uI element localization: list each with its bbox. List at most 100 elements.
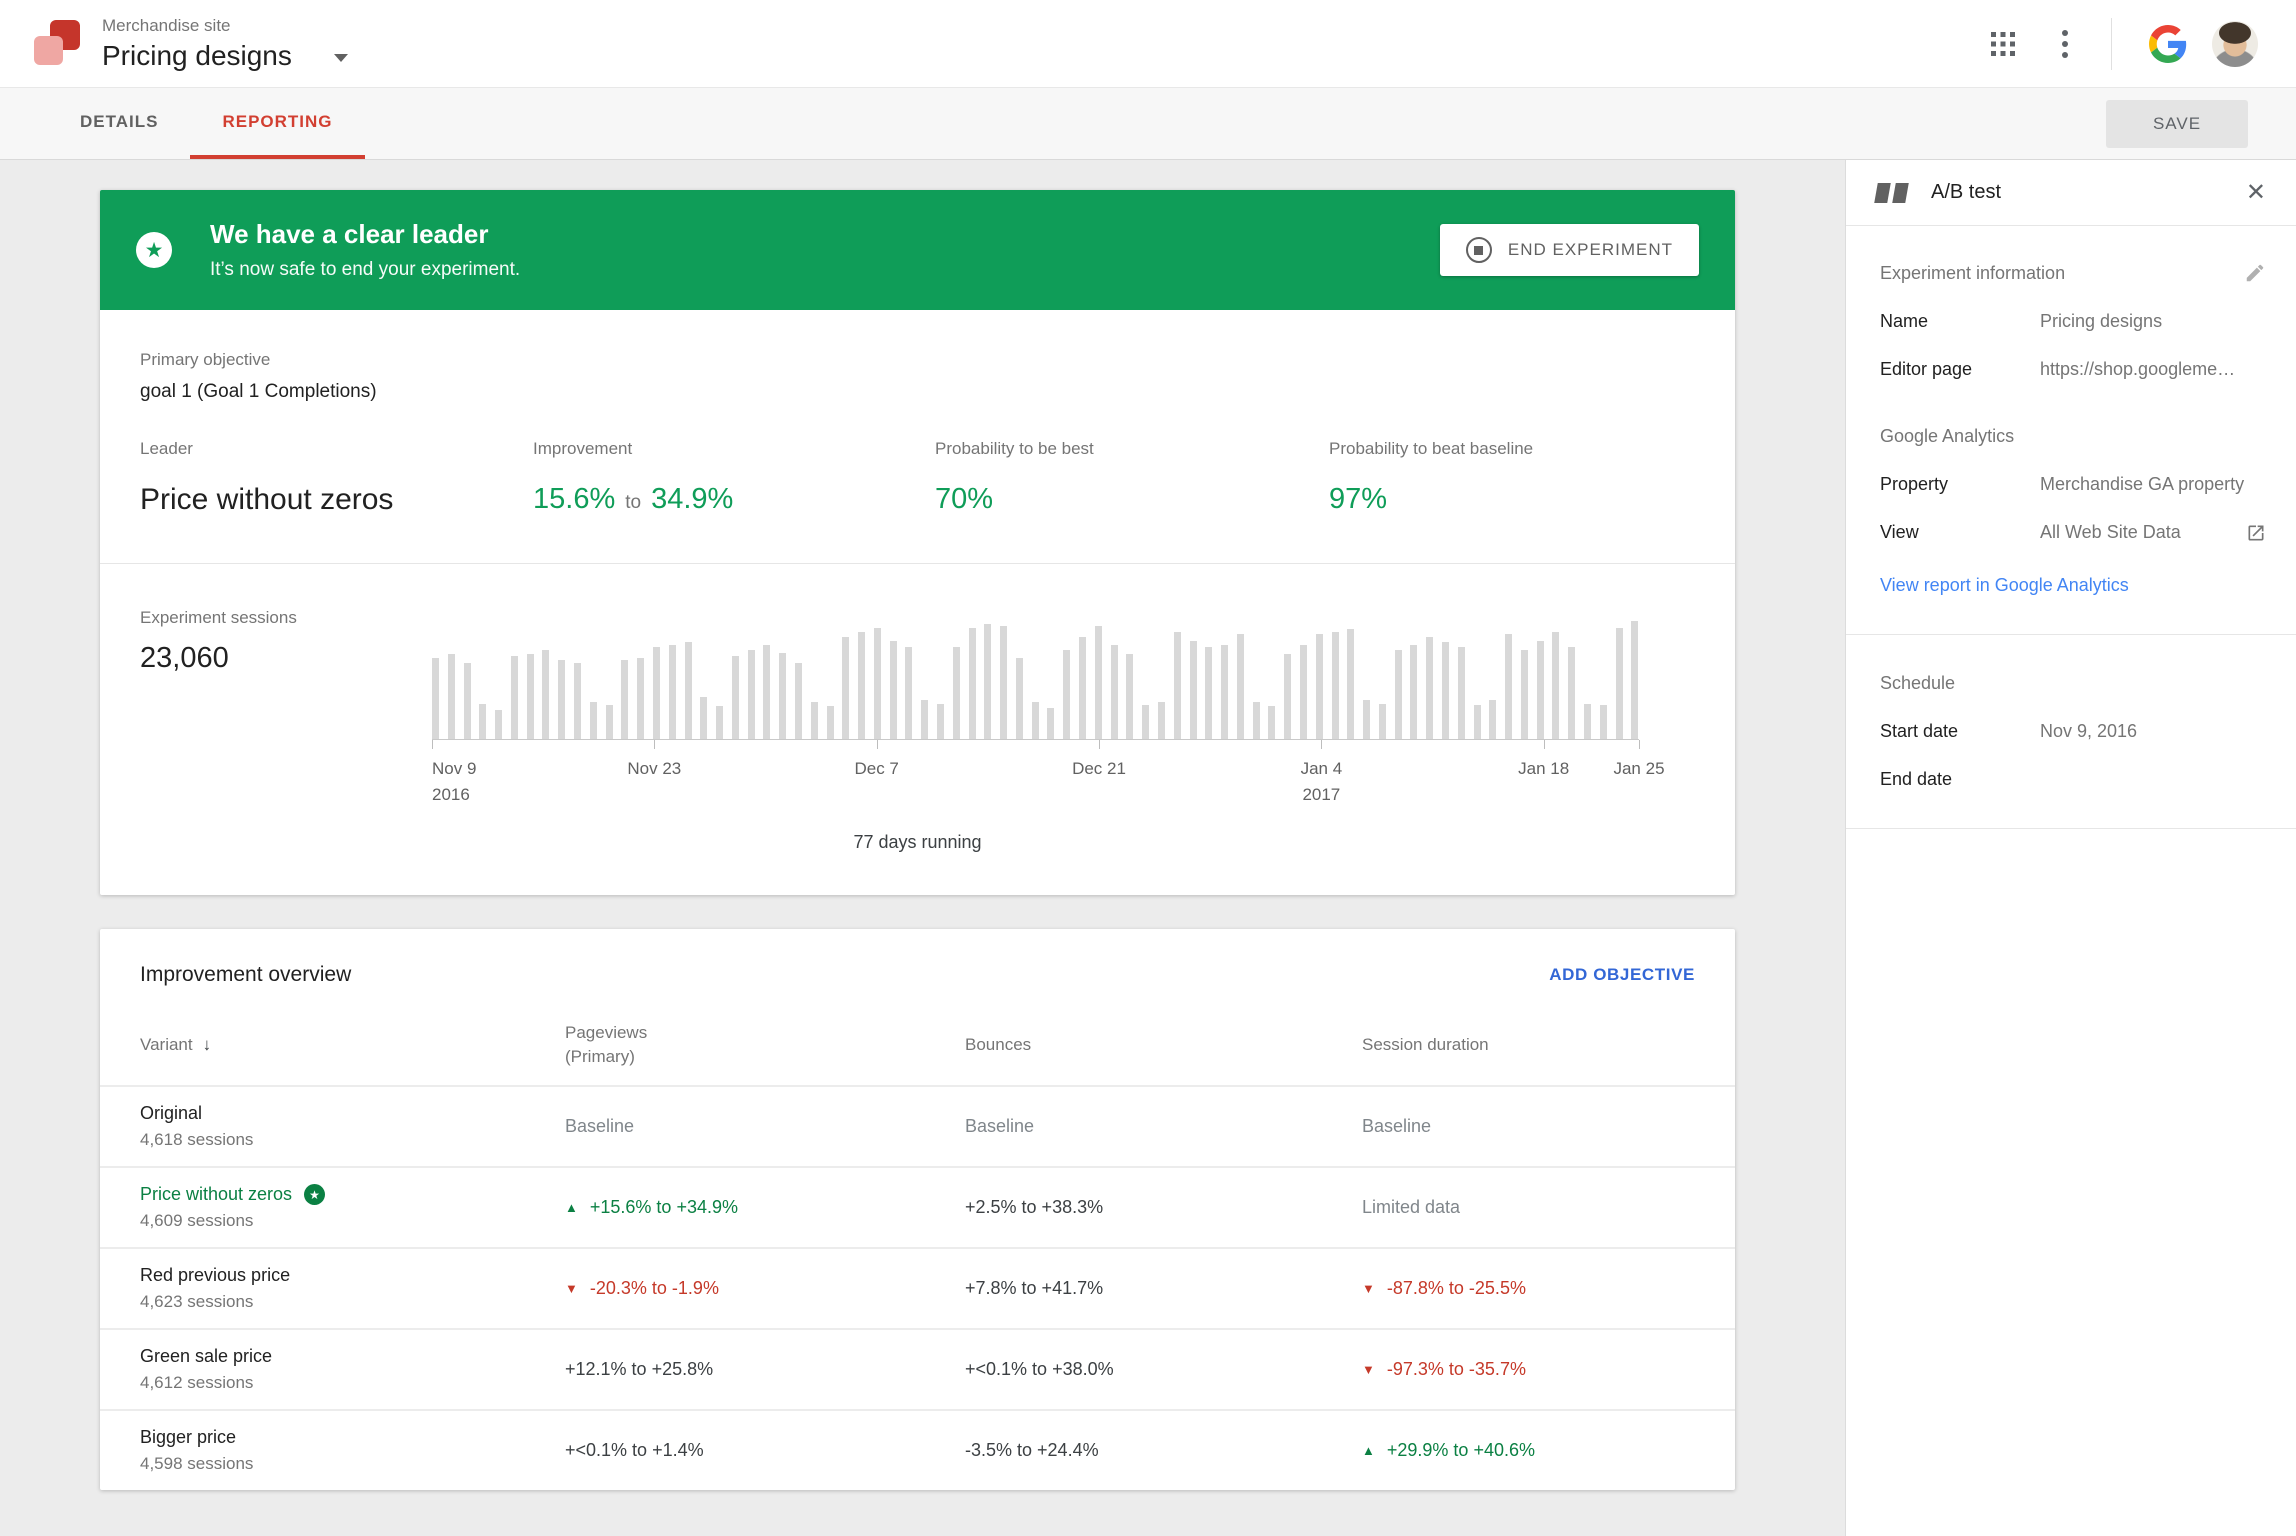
chart-bar — [874, 628, 881, 739]
bounces-cell: +7.8% to +41.7% — [965, 1278, 1362, 1299]
duration-cell: Baseline — [1362, 1116, 1695, 1137]
chart-bar — [606, 705, 613, 739]
content: ★ We have a clear leader It’s now safe t… — [0, 160, 2296, 1536]
save-button[interactable]: SAVE — [2106, 100, 2248, 148]
end-experiment-button[interactable]: END EXPERIMENT — [1440, 224, 1699, 276]
table-header-row: Variant↓ Pageviews (Primary) Bounces Ses… — [100, 1017, 1735, 1085]
google-analytics-section: Google Analytics — [1880, 426, 2266, 447]
table-row[interactable]: Price without zeros★ 4,609 sessions ▲+15… — [100, 1166, 1735, 1247]
chart-bar — [1537, 641, 1544, 739]
container-name: Merchandise site — [102, 16, 348, 36]
main-area: ★ We have a clear leader It’s now safe t… — [0, 160, 1845, 1536]
chart-bar — [1568, 647, 1575, 739]
property-label: Property — [1880, 474, 2040, 495]
variant-name: Green sale price — [140, 1346, 565, 1367]
cell-value: Baseline — [1362, 1116, 1431, 1137]
start-date-label: Start date — [1880, 721, 2040, 742]
chart-bar — [542, 650, 549, 739]
bounces-cell: Baseline — [965, 1116, 1362, 1137]
sort-arrow-icon[interactable]: ↓ — [203, 1035, 212, 1054]
property-value: Merchandise GA property — [2040, 474, 2266, 495]
chart-bar — [1616, 628, 1623, 739]
sessions-value: 23,060 — [140, 642, 432, 675]
chart-bar — [1332, 632, 1339, 739]
chart-bar — [795, 663, 802, 739]
chart-bar — [1221, 645, 1228, 739]
chart-bar — [1505, 634, 1512, 739]
add-objective-button[interactable]: ADD OBJECTIVE — [1549, 965, 1695, 985]
chart-bar — [1631, 621, 1638, 739]
cell-value: +29.9% to +40.6% — [1387, 1440, 1535, 1461]
variant-cell: Green sale price 4,612 sessions — [140, 1346, 565, 1393]
table-row[interactable]: Original 4,618 sessions Baseline Baselin… — [100, 1085, 1735, 1166]
cell-value: +15.6% to +34.9% — [590, 1197, 738, 1218]
variant-name: Original — [140, 1103, 565, 1124]
apps-grid-icon[interactable] — [1979, 20, 2027, 68]
prob-beat-label: Probability to beat baseline — [1329, 439, 1695, 459]
view-label: View — [1880, 522, 2040, 543]
chart-bar — [748, 650, 755, 739]
panel-body: Experiment information Name Pricing desi… — [1846, 226, 2296, 829]
primary-objective: Primary objective goal 1 (Goal 1 Complet… — [100, 310, 1735, 403]
table-row[interactable]: Red previous price 4,623 sessions ▼-20.3… — [100, 1247, 1735, 1328]
overview-header: Improvement overview ADD OBJECTIVE — [100, 929, 1735, 1017]
axis-tick-mark — [432, 740, 433, 749]
leader-value: Price without zeros — [140, 483, 533, 517]
cell-value: +<0.1% to +1.4% — [565, 1440, 704, 1461]
panel-divider — [1846, 828, 2296, 829]
pencil-glyph — [2244, 262, 2266, 284]
editor-page-value: https://shop.googleme… — [2040, 359, 2266, 380]
variant-sessions: 4,618 sessions — [140, 1130, 565, 1150]
chart-bar — [1032, 702, 1039, 739]
trend-arrow-icon: ▼ — [565, 1281, 578, 1296]
google-logo-icon[interactable] — [2144, 20, 2192, 68]
chart-bar — [1316, 634, 1323, 739]
axis-tick-label: Dec 21 — [1072, 756, 1126, 782]
chart-bars — [432, 608, 1639, 739]
close-icon[interactable]: ✕ — [2246, 181, 2266, 205]
column-variant: Variant↓ — [140, 1035, 565, 1055]
tab-details[interactable]: DETAILS — [48, 88, 190, 159]
table-row[interactable]: Bigger price 4,598 sessions +<0.1% to +1… — [100, 1409, 1735, 1490]
chart-bar — [858, 632, 865, 739]
chart-bar — [811, 702, 818, 739]
chart-bar — [984, 624, 991, 739]
chart-bar — [1268, 706, 1275, 739]
view-report-link[interactable]: View report in Google Analytics — [1880, 575, 2266, 596]
open-external-icon[interactable] — [2246, 523, 2266, 543]
start-date-value: Nov 9, 2016 — [2040, 721, 2266, 742]
variant-sessions: 4,623 sessions — [140, 1292, 565, 1312]
prob-best-label: Probability to be best — [935, 439, 1329, 459]
table-row[interactable]: Green sale price 4,612 sessions +12.1% t… — [100, 1328, 1735, 1409]
panel-title: A/B test — [1931, 181, 2001, 204]
bounces-cell: +<0.1% to +38.0% — [965, 1359, 1362, 1380]
column-session-duration: Session duration — [1362, 1035, 1695, 1055]
chevron-down-icon[interactable] — [334, 54, 348, 62]
topbar-actions — [1965, 18, 2258, 70]
chart-bar — [669, 645, 676, 739]
column-bounces: Bounces — [965, 1035, 1362, 1055]
duration-cell: ▼-97.3% to -35.7% — [1362, 1359, 1695, 1380]
chart-bar — [1000, 626, 1007, 739]
chart-axis-ticks: Nov 92016Nov 23Dec 7Dec 21Jan 42017Jan 1… — [432, 740, 1639, 800]
chart-bar — [1363, 700, 1370, 739]
chart-bar — [1458, 647, 1465, 739]
chart-bar — [890, 641, 897, 739]
edit-pencil-icon[interactable] — [2244, 262, 2266, 284]
google-g-glyph — [2149, 25, 2187, 63]
variant-cell: Original 4,618 sessions — [140, 1103, 565, 1150]
avatar[interactable] — [2212, 21, 2258, 67]
tab-reporting[interactable]: REPORTING — [190, 88, 364, 159]
kebab-menu-icon[interactable] — [2041, 20, 2089, 68]
variant-cell: Red previous price 4,623 sessions — [140, 1265, 565, 1312]
pageviews-cell: +12.1% to +25.8% — [565, 1359, 965, 1380]
axis-tick-mark — [1544, 740, 1545, 749]
axis-tick-mark — [1099, 740, 1100, 749]
sessions-section: Experiment sessions 23,060 Nov 92016Nov … — [100, 564, 1735, 808]
cell-value: +12.1% to +25.8% — [565, 1359, 713, 1380]
chart-bar — [1410, 645, 1417, 739]
axis-tick-mark — [1639, 740, 1640, 749]
schedule-label: Schedule — [1880, 673, 1955, 694]
external-link-glyph — [2246, 523, 2266, 543]
cell-value: +7.8% to +41.7% — [965, 1278, 1103, 1299]
